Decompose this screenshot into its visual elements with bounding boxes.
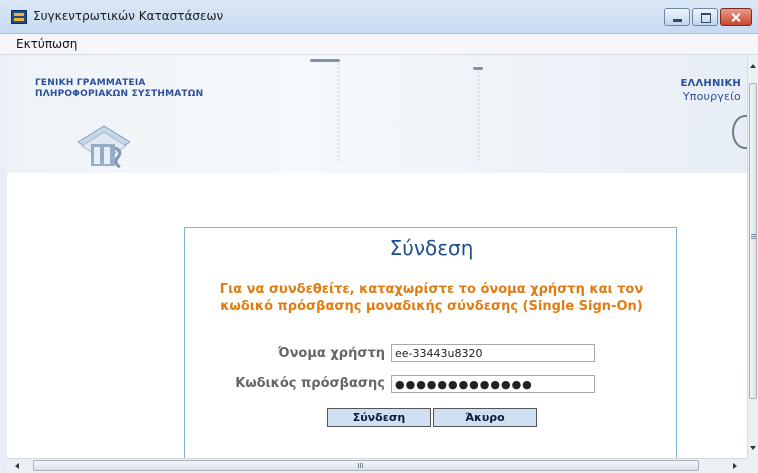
login-title: Σύνδεση [389,236,474,260]
grip-icon [751,234,756,240]
horizontal-scrollbar[interactable] [7,458,747,473]
password-input[interactable] [391,375,595,393]
scroll-left-arrow-icon[interactable] [15,463,19,469]
menu-bar: Εκτύπωση [0,34,758,55]
username-input[interactable] [391,344,595,362]
menu-item-print[interactable]: Εκτύπωση [16,37,77,51]
password-label: Κωδικός πρόσβασης [235,376,385,391]
gsis-logo [77,125,131,169]
grip-icon [358,463,364,468]
maximize-button[interactable] [692,8,718,26]
username-label: Όνομα χρήστη [277,346,385,361]
ministry-name-line1: ΕΛΛΗΝΙΚΗ [680,78,741,89]
scrollbar-corner [747,458,758,473]
login-button[interactable]: Σύνδεση [327,408,431,427]
horizontal-scroll-thumb[interactable] [33,460,699,471]
banner-decoration [337,63,340,163]
scroll-up-arrow-icon[interactable] [750,64,756,68]
close-button[interactable] [720,8,752,26]
ministry-name-line2: Υπουργείο [682,90,741,103]
org-name-line1: ΓΕΝΙΚΗ ΓΡΑΜΜΑΤΕΙΑ [35,78,146,88]
vertical-scroll-thumb[interactable] [749,83,757,399]
title-bar[interactable]: Συγκεντρωτικών Καταστάσεων [0,0,758,34]
scroll-down-arrow-icon[interactable] [750,446,756,450]
login-panel: Σύνδεση Για να συνδεθείτε, καταχωρίστε τ… [184,227,677,458]
banner-highlight [473,67,483,70]
minimize-button[interactable] [664,8,690,26]
window-title: Συγκεντρωτικών Καταστάσεων [33,9,224,23]
cancel-button[interactable]: Άκυρο [433,408,537,427]
page-content: ΓΕΝΙΚΗ ΓΡΑΜΜΑΤΕΙΑ ΠΛΗΡΟΦΟΡΙΑΚΩΝ ΣΥΣΤΗΜΑΤ… [7,55,747,458]
scroll-right-arrow-icon[interactable] [733,463,737,469]
banner-decoration [477,63,480,163]
org-name-line2: ΠΛΗΡΟΦΟΡΙΑΚΩΝ ΣΥΣΤΗΜΑΤΩΝ [35,89,204,99]
app-icon [11,10,27,24]
app-window: Συγκεντρωτικών Καταστάσεων Εκτύπωση ΓΕΝΙ… [0,0,758,473]
header-banner: ΓΕΝΙΚΗ ΓΡΑΜΜΑΤΕΙΑ ΠΛΗΡΟΦΟΡΙΑΚΩΝ ΣΥΣΤΗΜΑΤ… [7,55,747,173]
ministry-seal [732,115,747,149]
banner-highlight [310,59,340,62]
vertical-scrollbar[interactable] [747,55,758,458]
login-instructions: Για να συνδεθείτε, καταχωρίστε το όνομα … [219,282,644,314]
